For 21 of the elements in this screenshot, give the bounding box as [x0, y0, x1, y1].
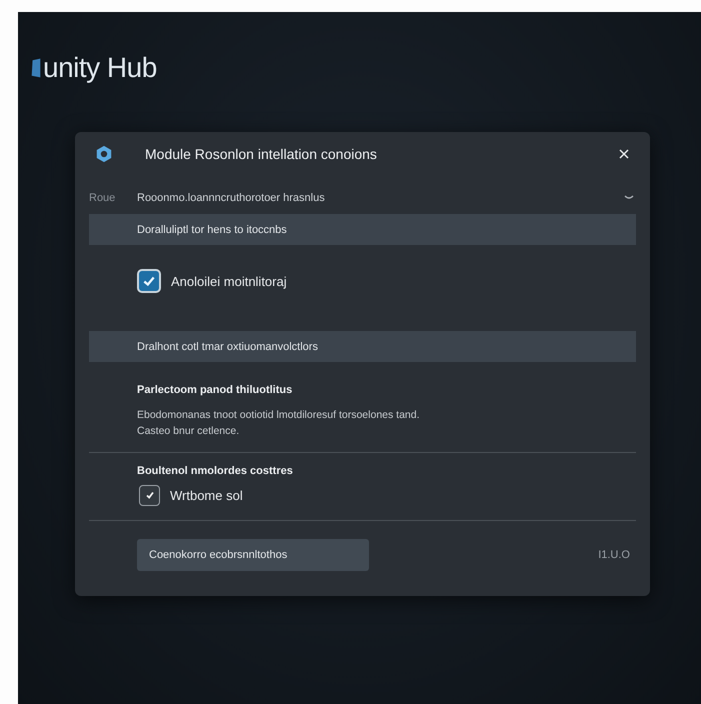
app-title: unity Hub — [43, 52, 157, 84]
dialog-title: Module Rosonlon intellation conoions — [145, 146, 378, 162]
checkbox-label: Wrtbome sol — [170, 488, 243, 502]
install-button[interactable]: Coenokorro ecobrsnnltothos — [137, 538, 369, 570]
size-text: I1.U.O — [598, 548, 630, 560]
section-heading: Parlectoom panod thiluotlitus — [137, 384, 294, 396]
selector-label: Roue — [89, 192, 116, 204]
checkbox[interactable] — [137, 269, 161, 293]
section-header: Doralluliptl tor hens to itoccnbs — [89, 214, 636, 245]
close-icon — [619, 149, 629, 159]
selector-value[interactable]: Rooonmo.loannncruthorotoer hrasnlus — [137, 192, 624, 204]
section-heading: Boultenol nmolordes costtres — [137, 464, 294, 476]
checkmark-icon — [144, 489, 156, 501]
checkmark-icon — [142, 274, 156, 288]
logo-icon — [30, 58, 42, 78]
module-icon — [95, 145, 113, 163]
chevron-icon[interactable] — [624, 195, 634, 201]
checkbox-label: Anoloilei moitnlitoraj — [171, 274, 287, 288]
description-text: Ebodomonanas tnoot ootiotid lmotdiloresuf torsoelones tand. Casteo bnur cetlence. — [137, 408, 421, 439]
section-header: Dralhont cotl tmar oxtiuomanvolctlors — [89, 331, 636, 362]
checkbox[interactable] — [139, 484, 160, 506]
